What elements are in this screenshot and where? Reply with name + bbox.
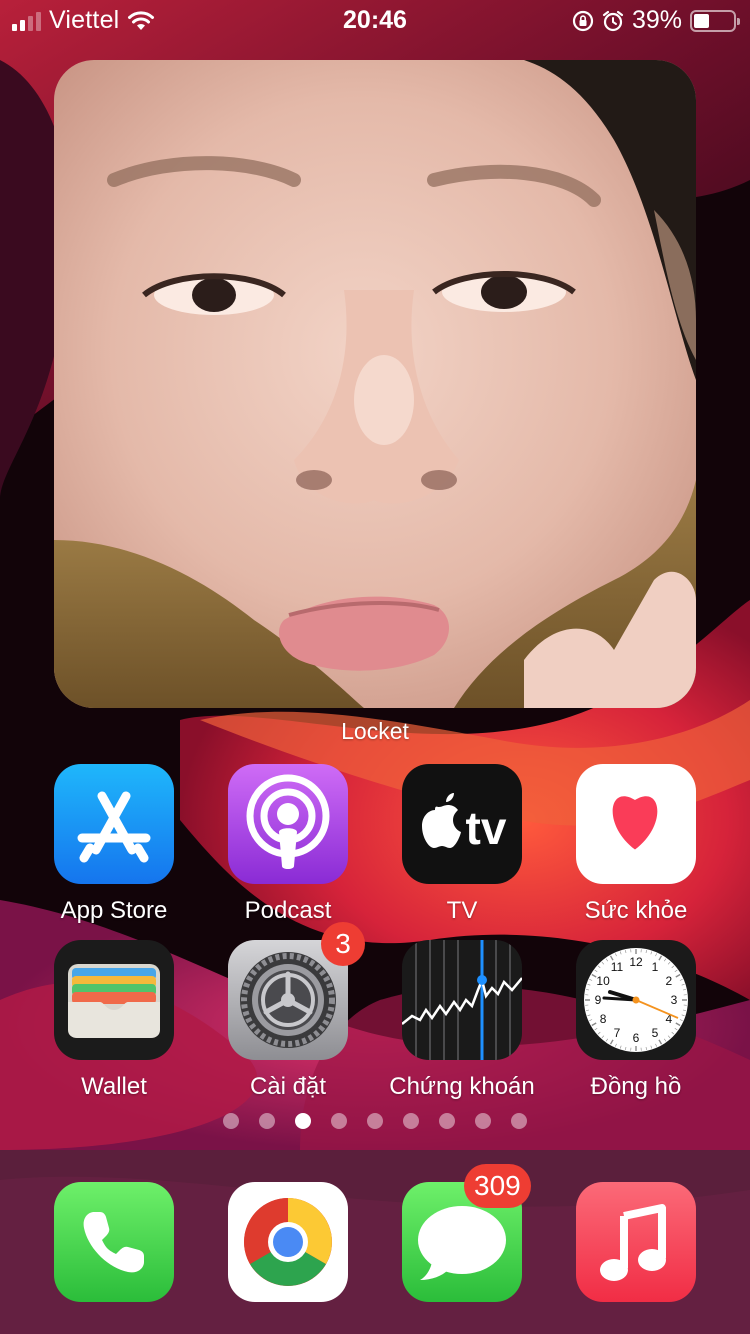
page-dot[interactable] [259, 1113, 275, 1129]
messages-badge: 309 [464, 1164, 531, 1208]
app-label: Đồng hồ [590, 1073, 682, 1100]
app-label: Cài đặt [249, 1073, 327, 1100]
app-label: Sức khỏe [584, 897, 688, 924]
stocks-chart-icon [402, 940, 522, 1060]
phone-app[interactable] [27, 1182, 201, 1302]
clock-number: 6 [633, 1031, 640, 1045]
tv-icon-text: tv [466, 802, 507, 854]
clock-icon: 12 1 2 3 4 5 6 7 8 9 10 11 [576, 940, 696, 1060]
clock-app[interactable]: 12 1 2 3 4 5 6 7 8 9 10 11 Đồng hồ [549, 940, 723, 1101]
status-bar: Viettel 20:46 39% [0, 0, 750, 40]
app-store-icon [54, 764, 174, 884]
page-indicator[interactable] [0, 1113, 750, 1129]
clock-number: 11 [611, 960, 624, 974]
page-dot[interactable] [295, 1113, 311, 1129]
orientation-lock-icon [572, 10, 594, 31]
page-dot[interactable] [403, 1113, 419, 1129]
music-icon [576, 1182, 696, 1302]
health-heart-icon [576, 764, 696, 884]
chrome-app[interactable] [201, 1182, 375, 1302]
health-app[interactable]: Sức khỏe [549, 764, 723, 925]
stocks-app[interactable]: Chứng khoán [375, 940, 549, 1101]
page-dot[interactable] [475, 1113, 491, 1129]
clock-number: 1 [652, 960, 659, 974]
apple-tv-icon: tv [402, 764, 522, 884]
page-dot[interactable] [439, 1113, 455, 1129]
phone-icon [54, 1182, 174, 1302]
status-right: 39% [572, 6, 740, 35]
chrome-icon [228, 1182, 348, 1302]
app-label: App Store [60, 897, 168, 924]
clock-number: 3 [671, 993, 678, 1007]
podcast-app[interactable]: Podcast [201, 764, 375, 925]
clock-number: 5 [652, 1026, 659, 1040]
podcast-icon [228, 764, 348, 884]
app-label: Wallet [81, 1073, 147, 1100]
music-app[interactable] [549, 1182, 723, 1302]
clock-number: 10 [596, 974, 610, 988]
app-store-app[interactable]: App Store [27, 764, 201, 925]
clock-number: 12 [629, 955, 643, 969]
page-dot[interactable] [511, 1113, 527, 1129]
selfie-photo [54, 60, 696, 708]
page-dot[interactable] [367, 1113, 383, 1129]
battery-percent: 39% [631, 6, 682, 34]
wallet-icon [54, 940, 174, 1060]
alarm-icon [602, 10, 624, 31]
locket-widget[interactable] [54, 60, 696, 708]
app-label: Chứng khoán [389, 1073, 535, 1100]
app-label: Podcast [244, 897, 332, 924]
settings-badge: 3 [321, 922, 365, 966]
app-label: TV [446, 897, 478, 924]
tv-app[interactable]: tv TV [375, 764, 549, 925]
widget-label: Locket [341, 718, 409, 744]
clock-number: 8 [600, 1012, 607, 1026]
clock-number: 7 [614, 1026, 621, 1040]
clock-number: 9 [595, 993, 602, 1007]
battery-fill [694, 13, 709, 28]
wallet-app[interactable]: Wallet [27, 940, 201, 1101]
page-dot[interactable] [223, 1113, 239, 1129]
battery-icon [690, 9, 740, 32]
clock-number: 2 [666, 974, 673, 988]
page-dot[interactable] [331, 1113, 347, 1129]
